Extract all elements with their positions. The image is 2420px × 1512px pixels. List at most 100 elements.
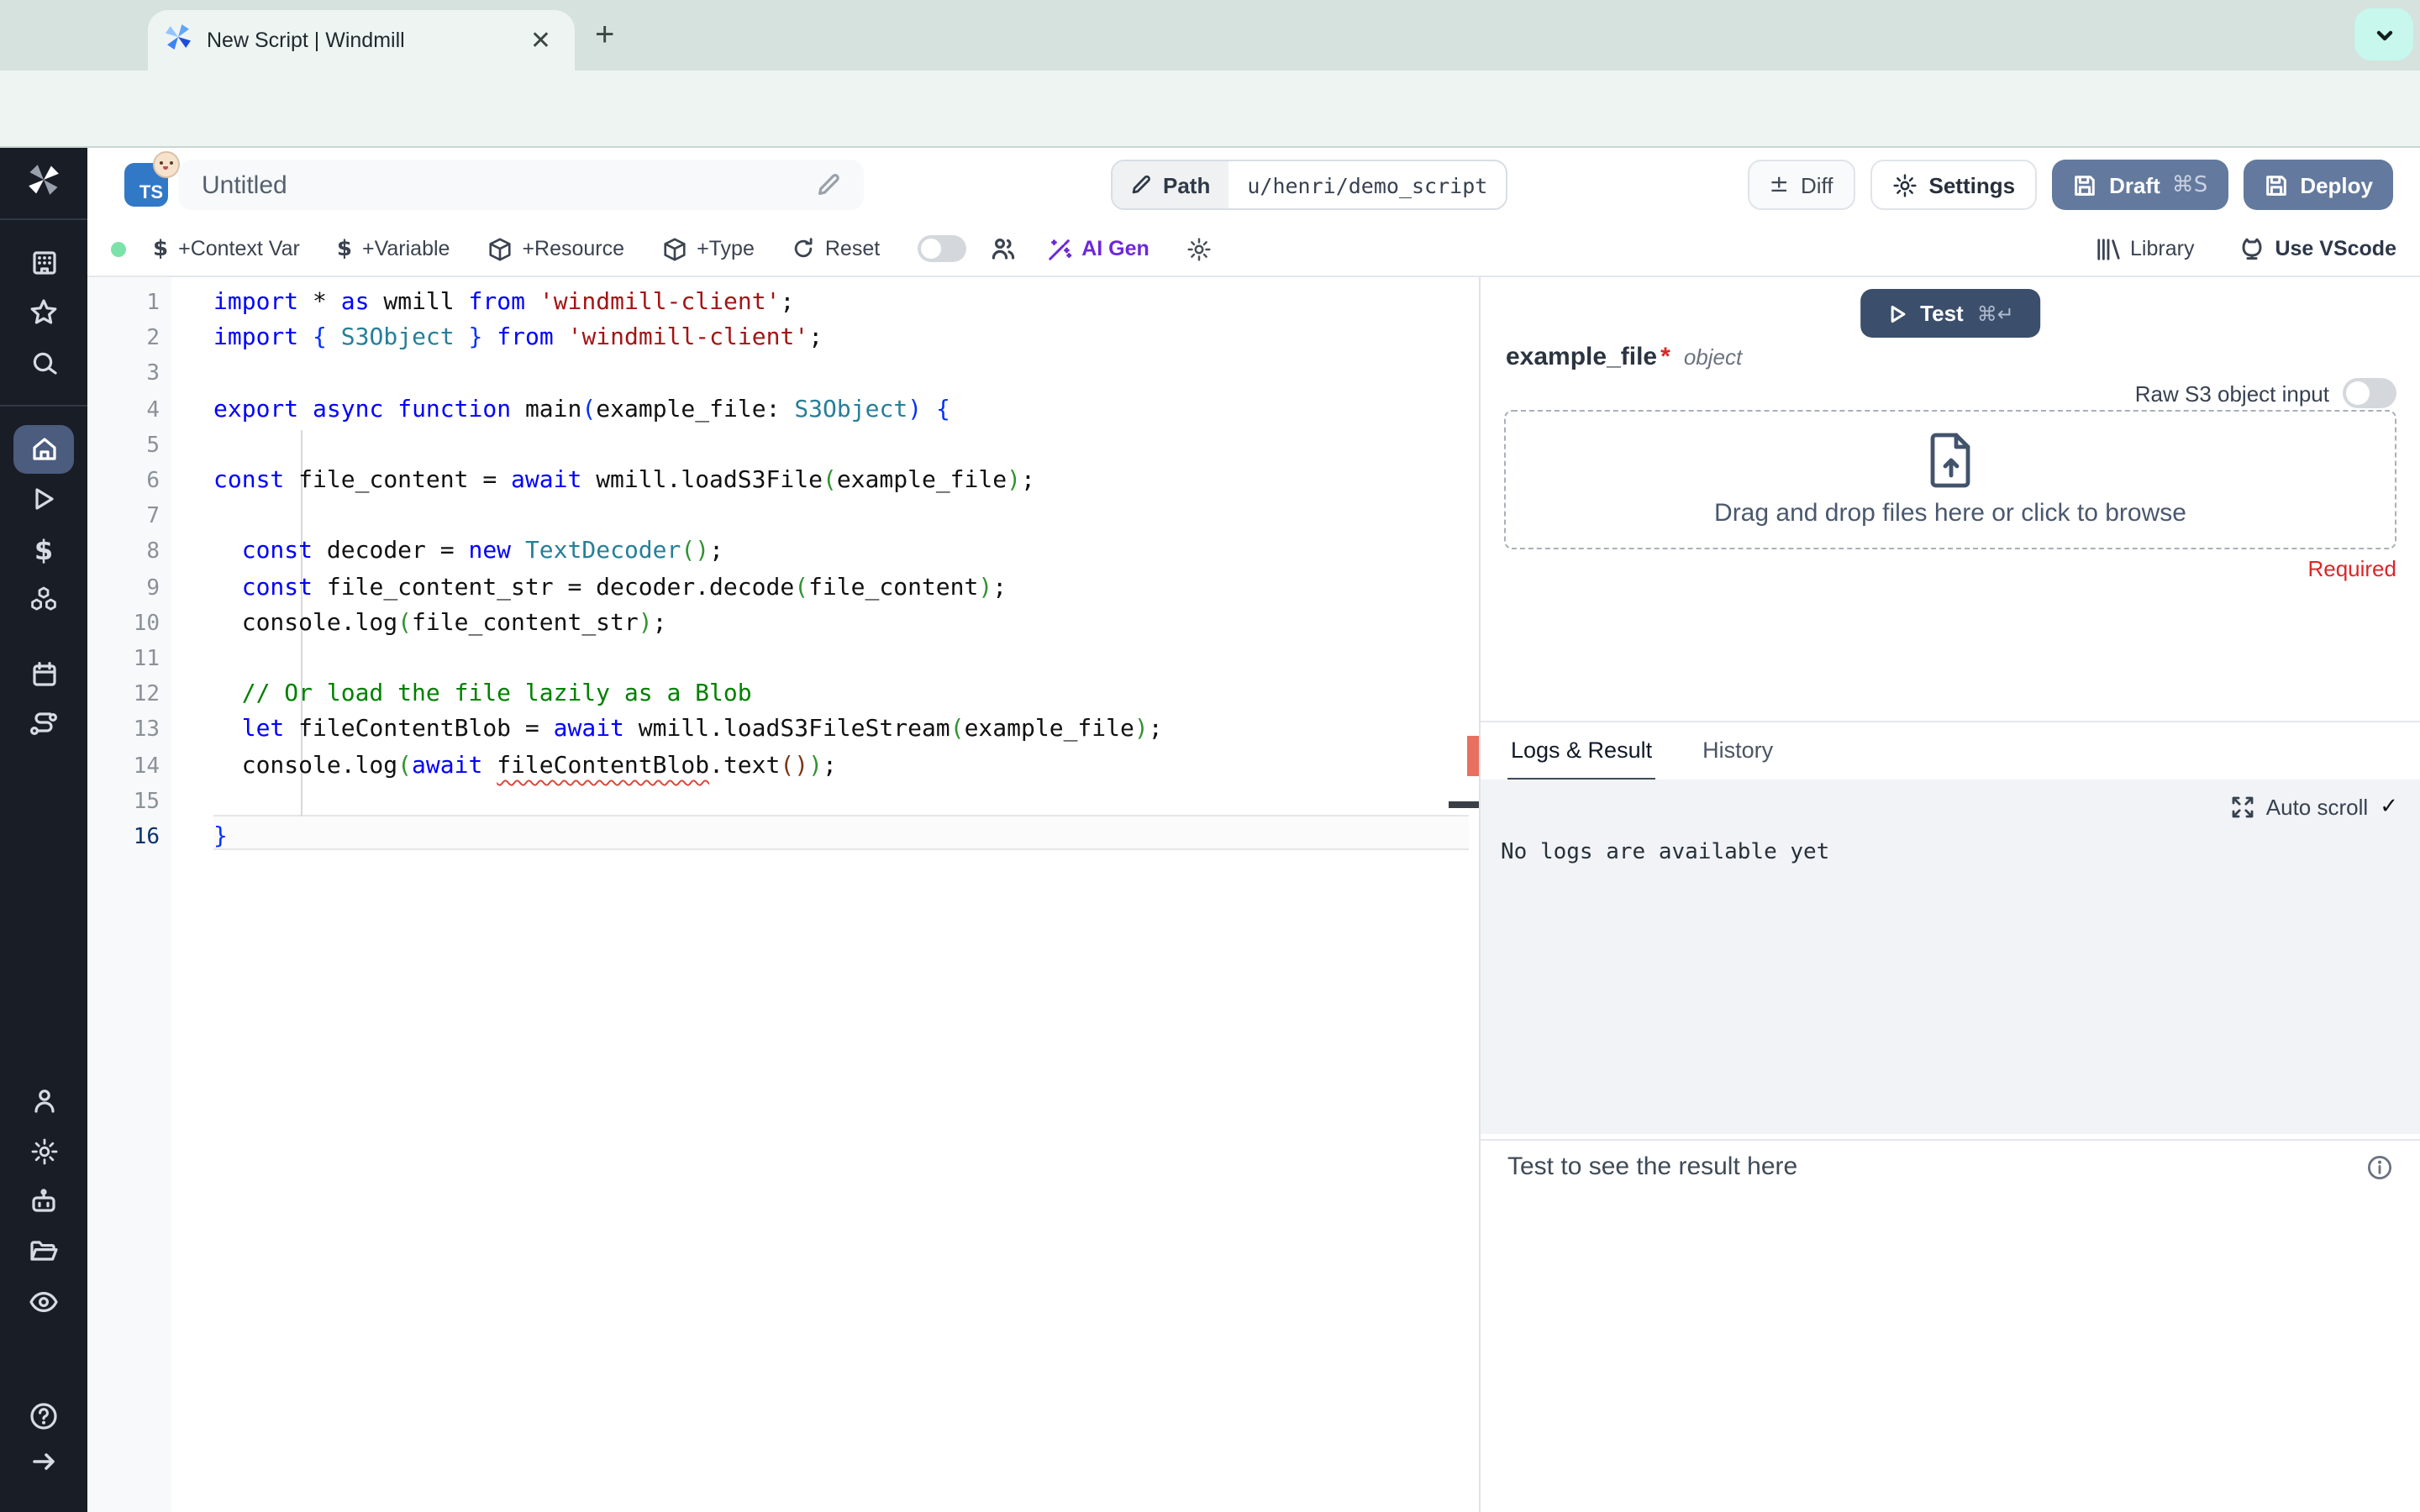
code-editor[interactable]: 1 2 3 4 5 6 7 8 9 10 11 12 13 14 15 16 import * as wmil… <box>87 277 1479 1512</box>
type-label: +Type <box>697 237 755 260</box>
code-line[interactable]: const file_content = await wmill.loadS3F… <box>213 464 1035 499</box>
code-line[interactable]: const file_content_str = decoder.decode(… <box>213 570 1007 606</box>
code-line[interactable]: // Or load the file lazily as a Blob <box>213 677 752 712</box>
chevron-down-icon[interactable] <box>2354 8 2413 60</box>
info-icon[interactable] <box>2366 1153 2393 1180</box>
diff-button[interactable]: ± Diff <box>1747 160 1855 210</box>
variable-label: +Variable <box>361 237 450 260</box>
code-line[interactable]: } <box>213 820 228 855</box>
path-selector[interactable]: Path u/henri/demo_script <box>1111 160 1508 210</box>
baby-emoji-badge <box>153 151 180 178</box>
sidebar-expand[interactable] <box>0 1441 87 1482</box>
sidebar-divider <box>0 405 87 407</box>
draft-button[interactable]: Draft ⌘S <box>2052 160 2228 210</box>
toggle-off[interactable] <box>917 235 966 262</box>
line-number: 5 <box>146 433 160 459</box>
reset-button[interactable]: Reset <box>792 237 880 260</box>
edit-pencil-icon[interactable] <box>817 173 840 197</box>
dropzone-label: Drag and drop files here or click to bro… <box>1714 499 2186 528</box>
required-asterisk: * <box>1660 343 1670 371</box>
line-number: 6 <box>146 469 160 494</box>
line-number: 12 <box>133 682 160 708</box>
multiplayer-toggle[interactable] <box>917 235 966 262</box>
sidebar-item-schedules[interactable] <box>0 648 87 699</box>
sidebar-item-search[interactable] <box>0 338 87 388</box>
reset-label: Reset <box>824 237 881 260</box>
library-label: Library <box>2130 237 2195 260</box>
settings-label: Settings <box>1928 172 2016 197</box>
app-sidebar: $ <box>0 148 87 1512</box>
ai-gen-button[interactable]: AI Gen <box>1046 236 1150 261</box>
save-icon <box>2263 172 2288 197</box>
sidebar-item-audit[interactable] <box>0 1277 87 1327</box>
sidebar-item-help[interactable] <box>0 1391 87 1441</box>
sidebar-item-home[interactable] <box>0 423 87 474</box>
folders-icon <box>29 1236 59 1267</box>
sidebar-item-resources[interactable] <box>0 575 87 625</box>
user-icon <box>29 1086 58 1115</box>
settings-button[interactable]: Settings <box>1870 160 2038 210</box>
close-icon[interactable]: ✕ <box>523 24 558 56</box>
sidebar-item-settings[interactable] <box>0 1126 87 1176</box>
context-var-label: +Context Var <box>178 237 300 260</box>
code-line[interactable]: import * as wmill from 'windmill-client'… <box>213 286 794 321</box>
windmill-logo[interactable] <box>0 155 87 205</box>
code-line[interactable]: console.log(await fileContentBlob.text()… <box>213 748 837 784</box>
resource-label: +Resource <box>522 237 625 260</box>
code-line[interactable]: export async function main(example_file:… <box>213 392 950 428</box>
code-line[interactable]: console.log(file_content_str); <box>213 606 667 642</box>
current-line-highlight <box>213 815 1469 850</box>
sidebar-item-runs[interactable] <box>0 474 87 524</box>
script-title-input[interactable]: Untitled <box>178 160 864 210</box>
tab-history[interactable]: History <box>1699 727 1776 783</box>
use-vscode-label: Use VScode <box>2275 237 2396 260</box>
sidebar-item-workspace[interactable] <box>0 237 87 287</box>
add-resource-button[interactable]: +Resource <box>487 236 624 261</box>
multiplayer-users-icon[interactable] <box>989 235 1016 262</box>
line-number: 14 <box>133 753 160 780</box>
language-badge-typescript[interactable]: TS <box>124 151 180 207</box>
script-title: Untitled <box>202 171 287 199</box>
tab-logs-result[interactable]: Logs & Result <box>1507 727 1656 783</box>
browser-tab[interactable]: New Script | Windmill ✕ <box>148 10 575 71</box>
save-icon <box>2072 172 2097 197</box>
checkmark-icon: ✓ <box>2380 795 2398 820</box>
library-button[interactable]: Library <box>2095 236 2194 261</box>
raw-s3-toggle[interactable] <box>2343 378 2396 408</box>
file-upload-icon <box>1925 432 1975 489</box>
dollar-icon: $ <box>153 236 169 261</box>
magic-wand-icon <box>1046 236 1071 261</box>
sidebar-item-variables[interactable]: $ <box>0 524 87 575</box>
sidebar-item-user[interactable] <box>0 1075 87 1126</box>
line-number: 11 <box>133 647 160 672</box>
code-line[interactable]: let fileContentBlob = await wmill.loadS3… <box>213 713 1163 748</box>
test-button[interactable]: Test ⌘↵ <box>1860 289 2041 338</box>
line-number: 13 <box>133 717 160 743</box>
sidebar-item-flows[interactable] <box>0 699 87 749</box>
file-dropzone[interactable]: Drag and drop files here or click to bro… <box>1504 410 2396 549</box>
runs-play-icon <box>30 486 57 512</box>
code-line[interactable]: import { S3Object } from 'windmill-clien… <box>213 321 823 356</box>
sidebar-item-folders[interactable] <box>0 1226 87 1277</box>
add-type-button[interactable]: +Type <box>661 236 755 261</box>
line-number: 15 <box>133 789 160 815</box>
test-panel: Test ⌘↵ example_file * object Raw S3 obj… <box>1479 277 2420 1512</box>
add-context-var-button[interactable]: $ +Context Var <box>153 236 300 261</box>
result-divider <box>1481 1139 2420 1141</box>
sidebar-item-workers[interactable] <box>0 1176 87 1226</box>
schedules-calendar-icon <box>29 659 58 688</box>
add-variable-button[interactable]: $ +Variable <box>337 236 450 261</box>
auto-scroll-control[interactable]: Auto scroll ✓ <box>2233 795 2398 820</box>
line-number: 1 <box>146 291 160 316</box>
line-number: 8 <box>146 539 160 565</box>
argument-name: example_file <box>1506 343 1658 371</box>
path-value[interactable]: u/henri/demo_script <box>1228 161 1506 208</box>
deploy-button[interactable]: Deploy <box>2243 160 2393 210</box>
editor-settings-gear[interactable] <box>1186 236 1212 261</box>
code-line[interactable]: const decoder = new TextDecoder(); <box>213 535 723 570</box>
variables-dollar-icon: $ <box>34 533 54 565</box>
new-tab-icon[interactable]: + <box>595 17 614 55</box>
use-vscode-button[interactable]: Use VScode <box>2238 235 2396 262</box>
sidebar-item-favorites[interactable] <box>0 287 87 338</box>
no-logs-message: No logs are available yet <box>1501 840 1830 865</box>
